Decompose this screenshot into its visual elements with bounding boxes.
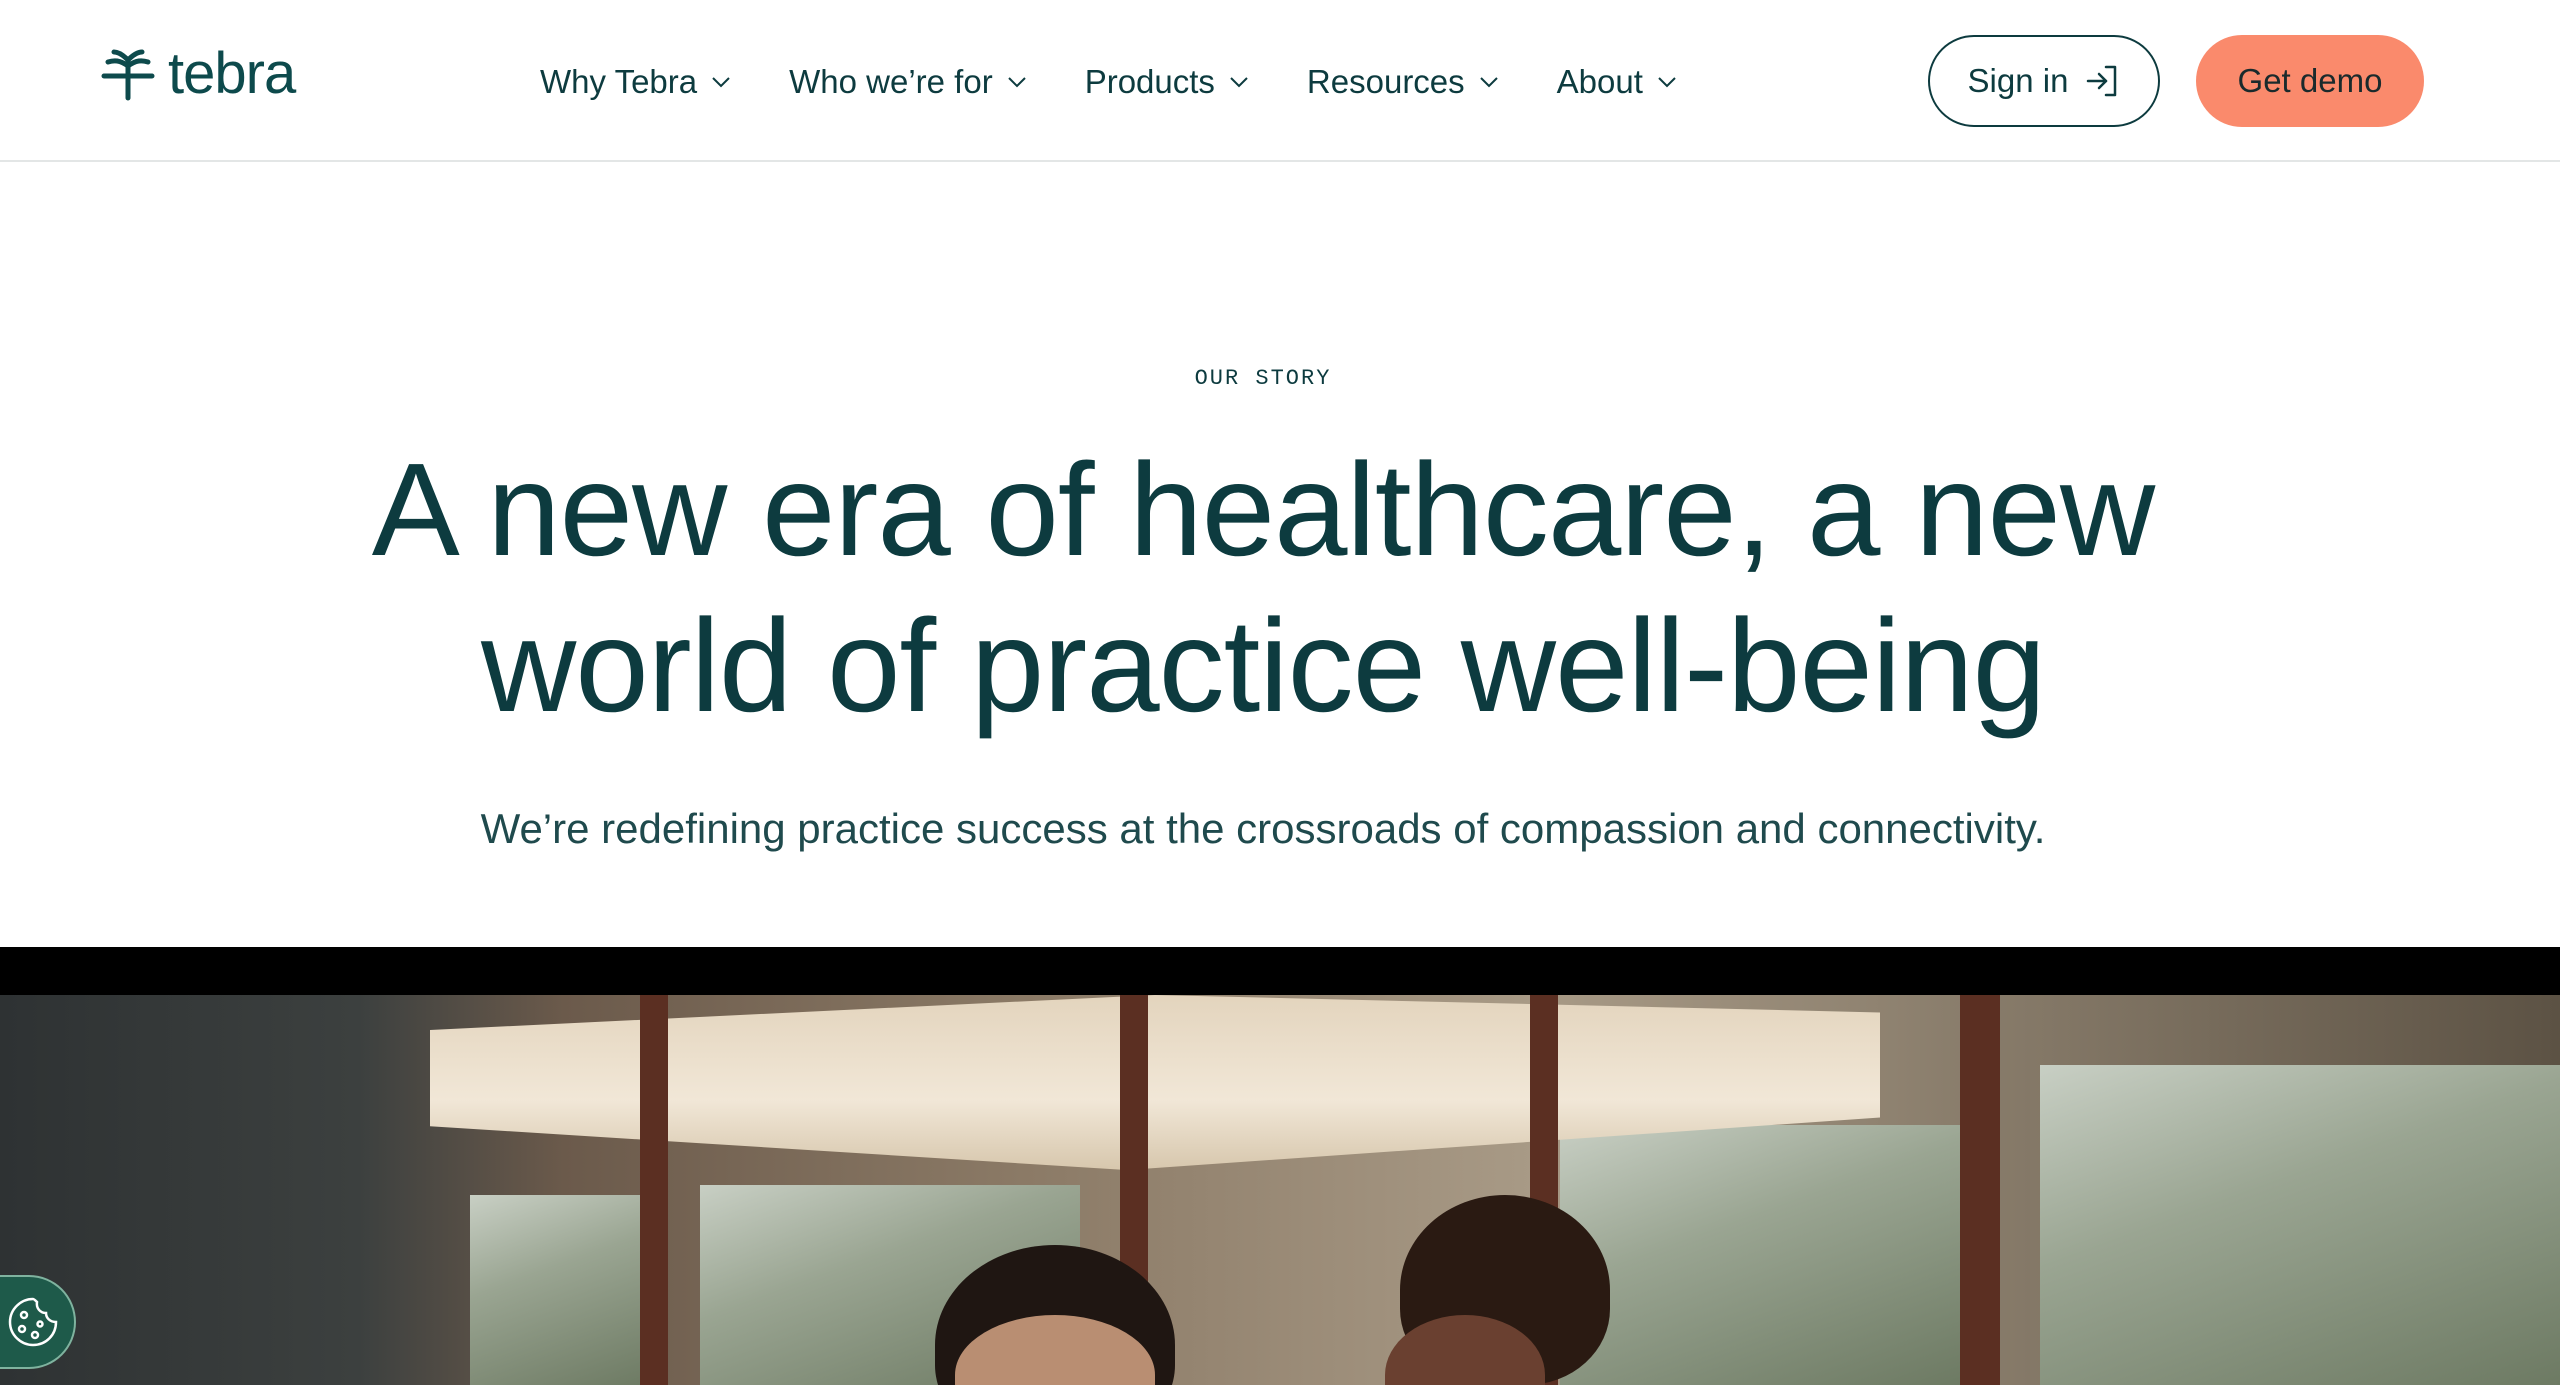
window-frame (640, 995, 668, 1385)
window-left (470, 1195, 650, 1385)
nav-products[interactable]: Products (1085, 63, 1249, 101)
tebra-logo[interactable]: tebra (100, 41, 296, 106)
eyebrow-label: OUR STORY (1194, 366, 1332, 391)
nav-label: Resources (1306, 63, 1465, 100)
cookie-icon (8, 1297, 58, 1347)
nav-resources[interactable]: Resources (1307, 63, 1499, 101)
tebra-sprout-icon (101, 49, 155, 101)
nav-label: Products (1084, 63, 1215, 100)
nav-who-were-for[interactable]: Who we’re for (789, 63, 1027, 101)
headline-line-2: world of practice well-being (480, 592, 2046, 739)
nav-about[interactable]: About (1557, 63, 1677, 101)
nav-label: Why Tebra (540, 63, 698, 100)
chevron-down-icon (1230, 77, 1248, 88)
window-mid-right (1560, 1125, 1960, 1385)
chevron-down-icon (1007, 77, 1026, 88)
nav-label: Who we’re for (789, 63, 993, 100)
chevron-down-icon (1479, 77, 1498, 88)
site-header: tebra Why Tebra Who we’re for Products R… (0, 0, 2560, 162)
window-frame (1960, 995, 2000, 1385)
chevron-down-icon (712, 77, 730, 88)
hero-subheading: We’re redefining practice success at the… (480, 805, 2046, 852)
sign-in-button[interactable]: Sign in (1928, 35, 2160, 127)
video-top-band (0, 947, 2560, 995)
sign-in-icon (2087, 65, 2117, 97)
main-nav: Why Tebra Who we’re for Products Resourc… (540, 56, 1735, 108)
nav-label: About (1556, 63, 1643, 100)
hero-video[interactable] (0, 995, 2560, 1385)
nav-why-tebra[interactable]: Why Tebra (540, 63, 731, 101)
page-title: A new era of healthcare, a new world of … (200, 432, 2326, 744)
window-right (2040, 1065, 2560, 1385)
brand-name: tebra (168, 41, 296, 106)
chevron-down-icon (1658, 77, 1676, 88)
sign-in-label: Sign in (1967, 62, 2069, 99)
headline-line-1: A new era of healthcare, a new (371, 436, 2156, 583)
get-demo-button[interactable]: Get demo (2196, 35, 2424, 127)
